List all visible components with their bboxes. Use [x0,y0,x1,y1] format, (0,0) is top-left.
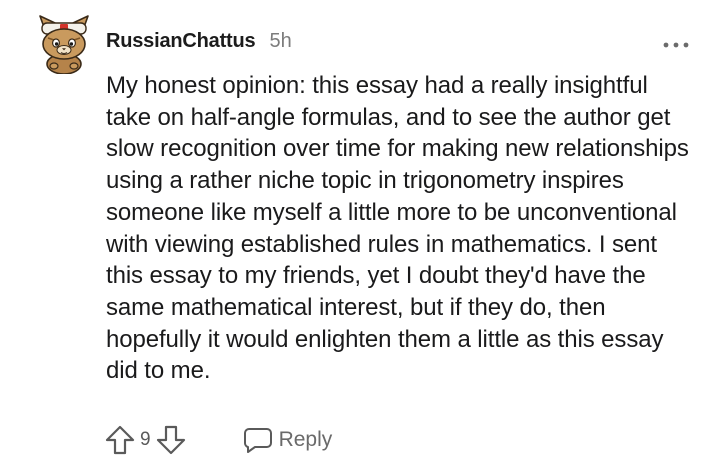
comment: RussianChattus 5h My honest opinion: thi… [0,0,720,466]
comment-actions: 9 Reply [104,424,332,456]
username[interactable]: RussianChattus [106,30,256,53]
avatar[interactable] [36,14,92,74]
comment-body: My honest opinion: this essay had a real… [106,72,689,385]
vote-count: 9 [140,429,151,450]
downvote-arrow-icon[interactable] [155,424,187,456]
upvote-arrow-icon[interactable] [104,424,136,456]
more-options-icon[interactable] [662,40,690,50]
comment-header: RussianChattus 5h [106,30,292,53]
reply-label: Reply [278,428,333,451]
timestamp: 5h [269,30,292,52]
reply-button[interactable]: Reply [243,426,333,454]
speech-bubble-icon [243,428,272,453]
